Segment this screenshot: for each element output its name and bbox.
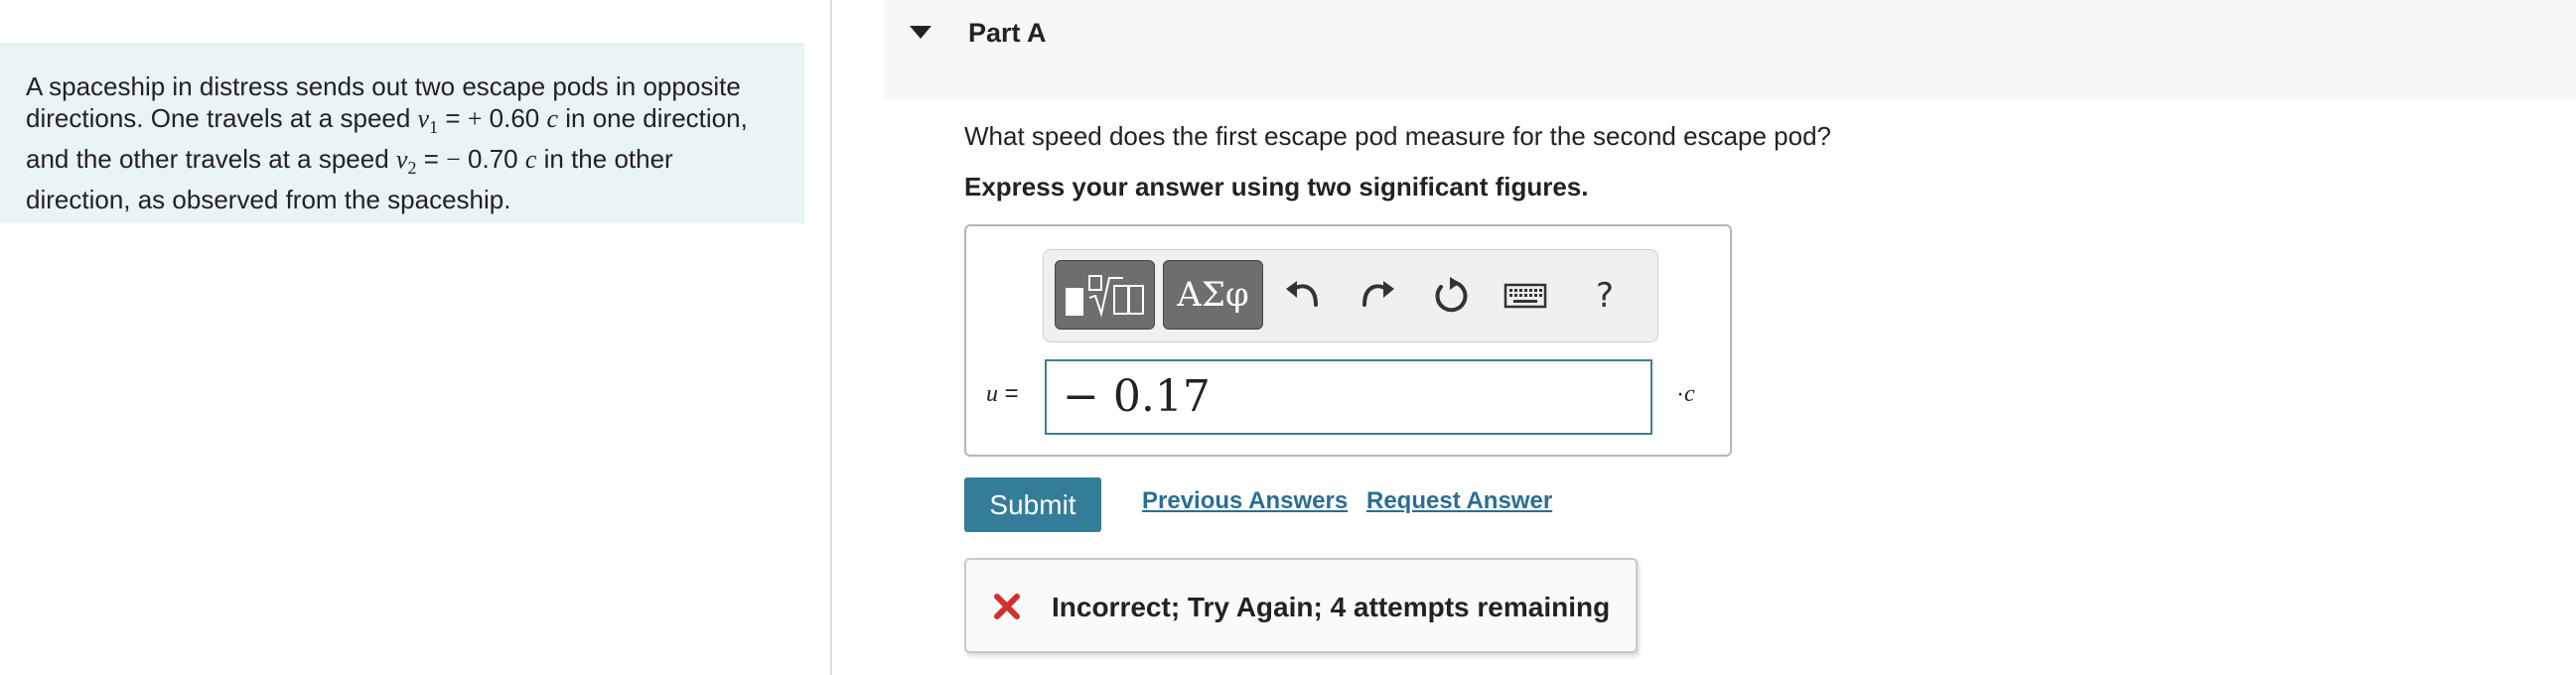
collapse-triangle-icon[interactable] — [910, 26, 931, 39]
problem-text: in one direction, — [558, 103, 748, 133]
answer-unit: ·c — [1676, 380, 1695, 408]
part-title: Part A — [968, 18, 1047, 48]
v1-equals: = — [438, 103, 468, 133]
speed-of-light-symbol: c — [524, 145, 537, 175]
v2-sign: − — [446, 145, 461, 175]
redo-icon[interactable] — [1353, 271, 1402, 321]
greek-symbols-button[interactable]: ΑΣφ — [1163, 260, 1263, 330]
v2-equals: = — [416, 144, 447, 175]
request-answer-link[interactable]: Request Answer — [1366, 487, 1552, 515]
v2-value: 0.70 — [460, 144, 525, 175]
problem-statement-panel: A spaceship in distress sends out two es… — [0, 44, 804, 223]
answer-box: ΑΣφ ? u = − 0.17 ·c — [964, 224, 1732, 457]
problem-line: directions. One travels at a speed v1 = … — [26, 102, 779, 143]
speed-of-light-symbol: c — [546, 104, 559, 133]
answer-input[interactable]: − 0.17 — [1045, 359, 1652, 435]
problem-text: direction, as observed from the spaceshi… — [26, 185, 511, 215]
templates-icon — [1065, 275, 1144, 318]
instruction-text: Express your answer using two significan… — [964, 172, 1589, 202]
undo-icon[interactable] — [1278, 271, 1328, 321]
keyboard-icon[interactable] — [1501, 271, 1550, 321]
math-toolbar: ΑΣφ ? — [1043, 249, 1658, 342]
answer-variable: u — [986, 381, 998, 407]
help-icon[interactable]: ? — [1580, 271, 1630, 321]
question-text: What speed does the first escape pod mea… — [964, 121, 1831, 151]
v1-sign: + — [467, 104, 483, 133]
answer-variable-label: u = — [986, 380, 1019, 408]
previous-answers-link[interactable]: Previous Answers — [1142, 487, 1348, 515]
templates-button[interactable] — [1055, 260, 1155, 330]
problem-line: direction, as observed from the spaceshi… — [26, 184, 779, 215]
problem-text: A spaceship in distress sends out two es… — [26, 71, 741, 101]
submit-button[interactable]: Submit — [964, 477, 1101, 532]
v2-variable: v2 — [395, 145, 417, 179]
unit-symbol: c — [1684, 381, 1695, 407]
greek-symbols-label: ΑΣφ — [1177, 275, 1249, 315]
unit-dot: · — [1676, 380, 1684, 407]
feedback-message: Incorrect; Try Again; 4 attempts remaini… — [1052, 592, 1611, 622]
problem-line: A spaceship in distress sends out two es… — [26, 70, 779, 102]
problem-line: and the other travels at a speed v2 = − … — [26, 143, 779, 184]
v1-variable: v1 — [417, 104, 439, 138]
problem-text: directions. One travels at a speed — [26, 103, 418, 133]
feedback-box: Incorrect; Try Again; 4 attempts remaini… — [964, 558, 1638, 653]
answer-equals: = — [998, 380, 1019, 407]
v1-value: 0.60 — [482, 103, 547, 133]
x-mark-icon — [994, 594, 1020, 619]
reset-icon[interactable] — [1426, 271, 1476, 321]
part-header[interactable]: Part A — [884, 0, 2576, 99]
problem-text: and the other travels at a speed — [26, 144, 396, 175]
column-divider — [830, 0, 832, 675]
problem-text: in the other — [536, 144, 673, 175]
